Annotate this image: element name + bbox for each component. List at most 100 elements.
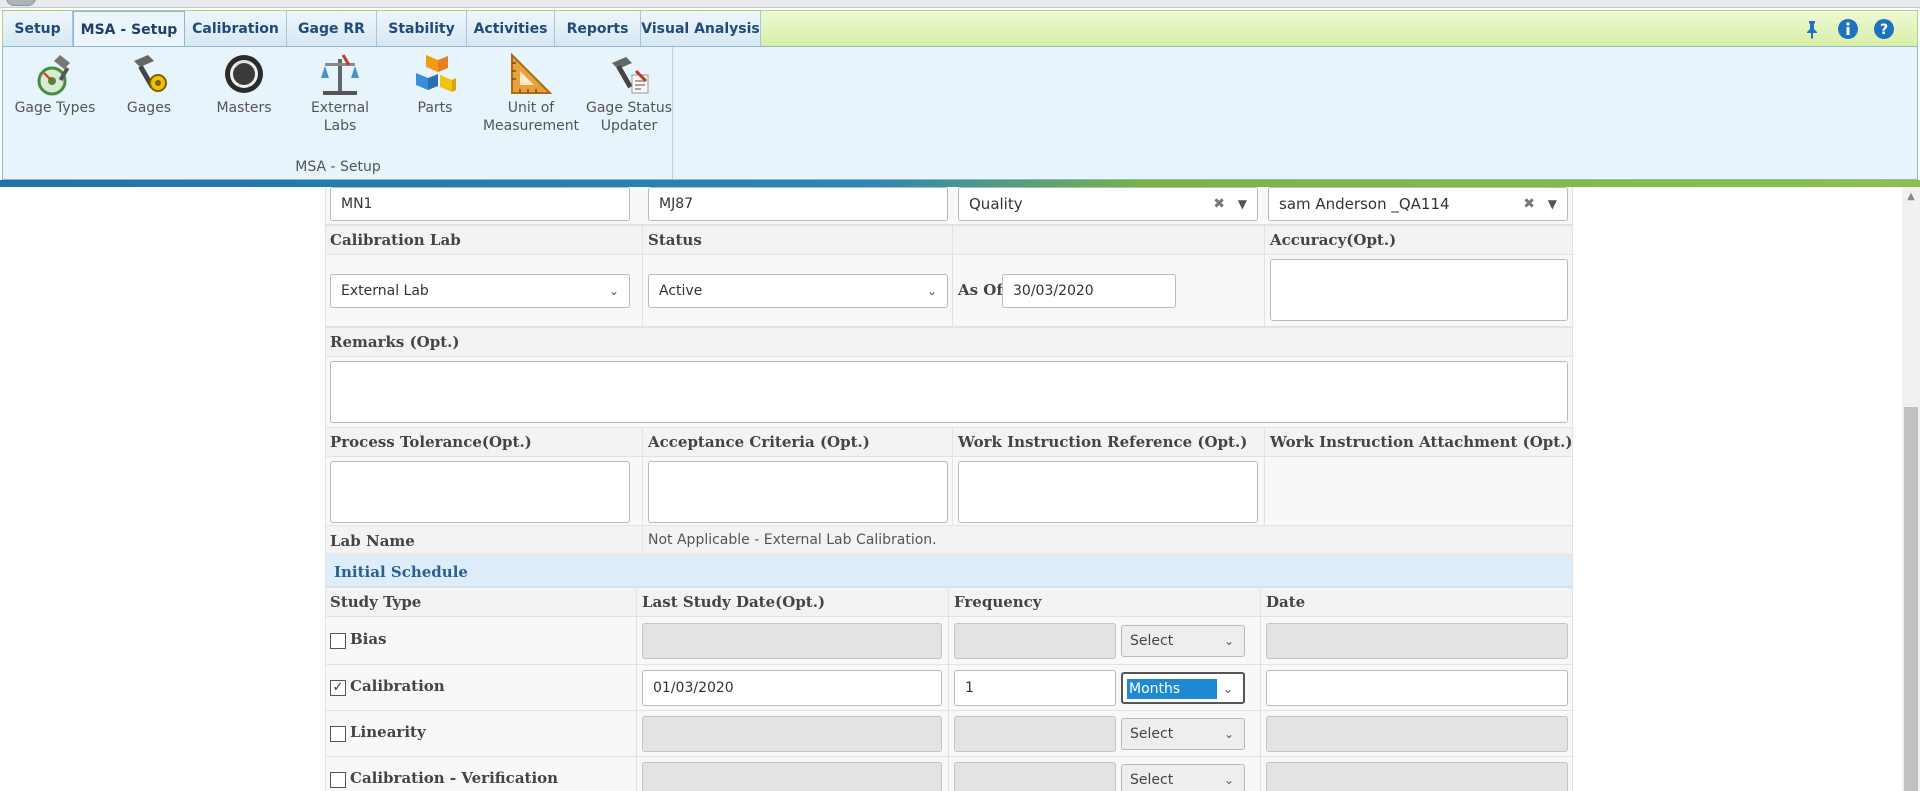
info-icon[interactable] bbox=[1837, 18, 1859, 40]
tab-msa-setup[interactable]: MSA - Setup bbox=[73, 11, 185, 49]
gage-types-button[interactable]: Gage Types bbox=[9, 51, 101, 117]
svg-text:?: ? bbox=[1880, 22, 1888, 38]
pin-icon[interactable] bbox=[1801, 18, 1823, 40]
masters-icon bbox=[225, 55, 263, 93]
date-header: Date bbox=[1266, 593, 1306, 611]
ribbon-group-msa-setup: Gage Types Gages Masters External Labs P… bbox=[3, 47, 673, 179]
initial-schedule-header: Initial Schedule bbox=[326, 555, 1572, 587]
calibration-last-date-input[interactable]: 01/03/2020 bbox=[642, 670, 942, 706]
calibration-verification-frequency-unit-select[interactable]: Select ⌄ bbox=[1121, 764, 1245, 791]
study-row-linearity: Linearity Select ⌄ bbox=[326, 711, 1572, 757]
accuracy-label: Accuracy(Opt.) bbox=[1270, 231, 1397, 249]
gage-types-label: Gage Types bbox=[14, 100, 96, 116]
lab-name-label: Lab Name bbox=[330, 532, 415, 550]
owner-select[interactable]: sam Anderson _QA114 ✖ ▼ bbox=[1268, 187, 1568, 221]
calibration-lab-select[interactable]: External Lab ⌄ bbox=[330, 274, 630, 308]
acceptance-criteria-label: Acceptance Criteria (Opt.) bbox=[648, 433, 870, 451]
ribbon-tab-bar: Setup MSA - Setup Calibration Gage RR St… bbox=[2, 10, 1918, 49]
top-edge bbox=[0, 0, 1920, 8]
unit-of-measurement-button[interactable]: Unit of Measurement bbox=[481, 51, 581, 135]
chevron-down-icon: ⌄ bbox=[1223, 727, 1234, 741]
parts-icon bbox=[416, 55, 456, 92]
tab-setup[interactable]: Setup bbox=[3, 11, 73, 47]
as-of-date-input[interactable]: 30/03/2020 bbox=[1002, 274, 1176, 308]
calibration-frequency-unit-select[interactable]: Months ⌄ bbox=[1121, 672, 1245, 704]
tab-stability[interactable]: Stability bbox=[377, 11, 467, 47]
gage-field-2-input[interactable]: MJ87 bbox=[648, 187, 948, 221]
schedule-headers-row: Study Type Last Study Date(Opt.) Frequen… bbox=[326, 587, 1572, 617]
external-labs-button[interactable]: External Labs bbox=[297, 51, 383, 135]
clear-icon[interactable]: ✖ bbox=[1213, 188, 1225, 220]
parts-button[interactable]: Parts bbox=[395, 51, 475, 117]
gage-status-updater-button[interactable]: Gage Status Updater bbox=[581, 51, 677, 135]
tab-activities[interactable]: Activities bbox=[467, 11, 555, 47]
chevron-down-icon: ⌄ bbox=[1223, 773, 1234, 787]
gages-button[interactable]: Gages bbox=[107, 51, 191, 117]
tab-calibration[interactable]: Calibration bbox=[185, 11, 287, 47]
last-study-date-header: Last Study Date(Opt.) bbox=[642, 593, 826, 611]
calibration-date-input[interactable] bbox=[1266, 670, 1568, 706]
remarks-label-row: Remarks (Opt.) bbox=[326, 327, 1572, 357]
linearity-unit-value: Select bbox=[1130, 726, 1174, 742]
gages-label: Gages bbox=[126, 100, 172, 116]
linearity-last-date-input bbox=[642, 716, 942, 752]
process-tolerance-label: Process Tolerance(Opt.) bbox=[330, 433, 532, 451]
process-tolerance-input[interactable] bbox=[330, 461, 630, 523]
ribbon: Setup MSA - Setup Calibration Gage RR St… bbox=[2, 8, 1918, 180]
accuracy-input[interactable] bbox=[1270, 259, 1568, 321]
status-select[interactable]: Active ⌄ bbox=[648, 274, 948, 308]
form-labels-row-2: Process Tolerance(Opt.) Acceptance Crite… bbox=[326, 427, 1572, 457]
scroll-up-arrow[interactable]: ▲ bbox=[1902, 191, 1920, 205]
calibration-checkbox[interactable]: ✓ bbox=[330, 680, 346, 696]
form-values-row-1: External Lab ⌄ Active ⌄ As Of 30/03/2020 bbox=[326, 255, 1572, 327]
bias-checkbox[interactable] bbox=[330, 633, 346, 649]
lab-name-value: Not Applicable - External Lab Calibratio… bbox=[648, 532, 937, 548]
gage-status-updater-label: Gage Status Updater bbox=[586, 100, 672, 134]
study-row-calibration-verification: Calibration - Verification Select ⌄ bbox=[326, 757, 1572, 791]
study-name-bias: Bias bbox=[350, 630, 387, 648]
calibration-verification-unit-value: Select bbox=[1130, 772, 1174, 788]
scroll-thumb[interactable] bbox=[1904, 407, 1918, 791]
gages-icon bbox=[134, 55, 167, 92]
external-labs-label: External Labs bbox=[310, 100, 370, 134]
app-orb[interactable] bbox=[6, 0, 36, 6]
tab-reports[interactable]: Reports bbox=[555, 11, 641, 47]
masters-button[interactable]: Masters bbox=[201, 51, 287, 117]
study-row-calibration: ✓ Calibration 01/03/2020 1 Months ⌄ bbox=[326, 665, 1572, 711]
calibration-verification-checkbox[interactable] bbox=[330, 772, 346, 788]
gage-form: MN1 MJ87 Quality ✖ ▼ sam Anderson _QA114… bbox=[325, 187, 1573, 791]
vertical-scrollbar[interactable]: ▲ bbox=[1902, 187, 1920, 791]
work-instruction-reference-input[interactable] bbox=[958, 461, 1258, 523]
chevron-down-icon: ⌄ bbox=[608, 284, 619, 298]
chevron-down-icon: ⌄ bbox=[1223, 634, 1234, 648]
bias-frequency-unit-select[interactable]: Select ⌄ bbox=[1121, 625, 1245, 657]
department-select[interactable]: Quality ✖ ▼ bbox=[958, 187, 1258, 221]
ribbon-panel: Gage Types Gages Masters External Labs P… bbox=[2, 46, 1918, 180]
tab-gage-rr[interactable]: Gage RR bbox=[287, 11, 377, 47]
bias-frequency-input bbox=[954, 623, 1116, 659]
linearity-frequency-unit-select[interactable]: Select ⌄ bbox=[1121, 718, 1245, 750]
linearity-checkbox[interactable] bbox=[330, 726, 346, 742]
bias-last-date-input bbox=[642, 623, 942, 659]
unit-of-measurement-label: Unit of Measurement bbox=[482, 100, 580, 134]
form-row-top: MN1 MJ87 Quality ✖ ▼ sam Anderson _QA114… bbox=[326, 187, 1572, 225]
caret-down-icon[interactable]: ▼ bbox=[1548, 188, 1557, 220]
remarks-textarea[interactable] bbox=[330, 361, 1568, 423]
bias-date-input bbox=[1266, 623, 1568, 659]
tab-visual-analysis[interactable]: Visual Analysis bbox=[641, 11, 761, 47]
acceptance-criteria-input[interactable] bbox=[648, 461, 948, 523]
help-icon[interactable]: ? bbox=[1873, 18, 1895, 40]
study-type-header: Study Type bbox=[330, 593, 422, 611]
unit-of-measurement-icon bbox=[511, 52, 553, 94]
gage-field-1-input[interactable]: MN1 bbox=[330, 187, 630, 221]
calibration-frequency-input[interactable]: 1 bbox=[954, 670, 1116, 706]
clear-icon[interactable]: ✖ bbox=[1523, 188, 1535, 220]
study-name-calibration-verification: Calibration - Verification bbox=[350, 769, 559, 787]
study-name-linearity: Linearity bbox=[350, 723, 426, 741]
chevron-down-icon: ⌄ bbox=[926, 284, 937, 298]
parts-label: Parts bbox=[417, 100, 453, 116]
linearity-date-input bbox=[1266, 716, 1568, 752]
caret-down-icon[interactable]: ▼ bbox=[1238, 188, 1247, 220]
lab-name-row: Lab Name Not Applicable - External Lab C… bbox=[326, 525, 1572, 555]
calibration-lab-value: External Lab bbox=[341, 283, 429, 299]
